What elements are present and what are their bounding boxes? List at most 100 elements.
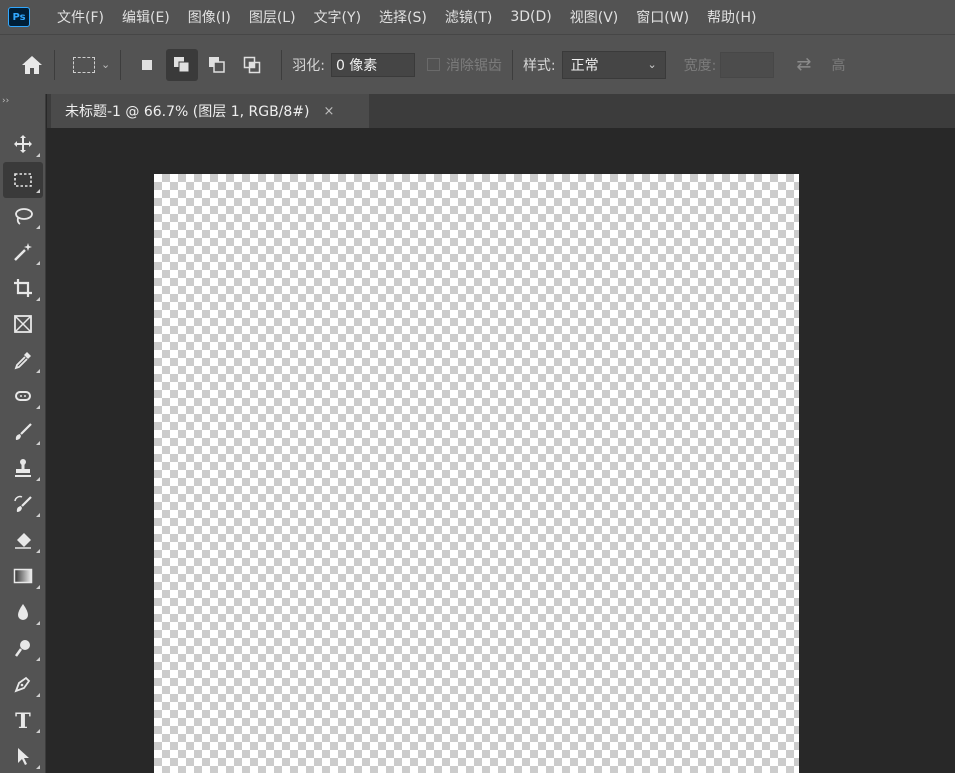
menu-layer[interactable]: 图层(L) <box>240 7 305 27</box>
style-label: 样式: <box>522 57 556 74</box>
marquee-tool[interactable] <box>3 162 43 198</box>
tool-group-indicator <box>36 225 40 229</box>
brush-tool-icon <box>15 423 32 440</box>
frame-tool-icon <box>14 315 32 333</box>
tool-group-indicator <box>36 621 40 625</box>
blur-tool[interactable] <box>3 594 43 630</box>
document-tab-title: 未标题-1 @ 66.7% (图层 1, RGB/8#) <box>65 104 310 120</box>
crop-tool-icon <box>14 279 32 297</box>
magic-wand-tool[interactable] <box>3 234 43 270</box>
lasso-tool[interactable] <box>3 198 43 234</box>
type-tool-icon: T <box>15 707 31 733</box>
separator <box>281 49 283 80</box>
intersect-selection-button[interactable] <box>236 49 268 81</box>
tools-panel: ›› T <box>0 94 46 773</box>
intersect-selection-icon <box>243 56 261 73</box>
tool-group-indicator <box>36 477 40 481</box>
blur-tool-icon <box>18 604 28 620</box>
tool-group-indicator <box>36 657 40 661</box>
dodge-tool-icon <box>14 640 30 657</box>
chevron-down-icon: ⌄ <box>647 58 657 71</box>
separator <box>511 49 513 80</box>
healing-brush-tool-icon <box>15 391 31 401</box>
document-workspace <box>47 128 955 773</box>
options-bar: ⌄ 羽化: 0 像素 消除锯齿 样式: 正常 ⌄ 宽度: ⇄ 高 <box>0 34 955 94</box>
tool-group-indicator <box>36 693 40 697</box>
tool-group-indicator <box>36 765 40 769</box>
magic-wand-tool-icon <box>14 243 32 261</box>
antialias-checkbox[interactable] <box>426 58 440 71</box>
menu-view[interactable]: 视图(V) <box>561 7 628 27</box>
photoshop-logo: Ps <box>8 7 30 27</box>
tool-group-indicator <box>36 729 40 733</box>
clone-stamp-tool[interactable] <box>3 450 43 486</box>
close-icon[interactable]: × <box>324 104 335 119</box>
eraser-tool-icon <box>15 533 31 549</box>
type-tool[interactable]: T <box>3 702 43 738</box>
menu-bar: Ps 文件(F) 编辑(E) 图像(I) 图层(L) 文字(Y) 选择(S) 滤… <box>0 0 955 34</box>
healing-brush-tool[interactable] <box>3 378 43 414</box>
menu-filter[interactable]: 滤镜(T) <box>436 7 501 27</box>
subtract-from-selection-button[interactable] <box>201 49 233 81</box>
move-tool-icon <box>14 135 32 153</box>
subtract-selection-icon <box>209 56 225 73</box>
move-tool[interactable] <box>3 126 43 162</box>
separator <box>120 49 122 80</box>
feather-input[interactable]: 0 像素 <box>330 52 415 77</box>
menu-edit[interactable]: 编辑(E) <box>113 7 179 27</box>
tool-group-indicator <box>36 153 40 157</box>
style-select-value: 正常 <box>570 57 599 74</box>
document-tab-bar: 未标题-1 @ 66.7% (图层 1, RGB/8#) × <box>47 94 955 128</box>
gradient-tool[interactable] <box>3 558 43 594</box>
document-tab[interactable]: 未标题-1 @ 66.7% (图层 1, RGB/8#) × <box>51 94 369 128</box>
history-brush-tool[interactable] <box>3 486 43 522</box>
tool-group-indicator <box>36 585 40 589</box>
menu-type[interactable]: 文字(Y) <box>305 7 370 27</box>
panel-collapse-icon[interactable]: ›› <box>2 96 45 126</box>
marquee-tool-icon <box>14 173 32 187</box>
tool-group-indicator <box>36 441 40 445</box>
home-icon[interactable] <box>20 53 44 77</box>
tool-group-indicator <box>36 189 40 193</box>
width-input[interactable] <box>720 51 775 78</box>
eyedropper-tool-icon <box>14 352 31 370</box>
chevron-down-icon: ⌄ <box>101 58 111 71</box>
menu-3d[interactable]: 3D(D) <box>501 9 560 25</box>
tool-group-indicator <box>36 261 40 265</box>
menu-help[interactable]: 帮助(H) <box>698 7 765 27</box>
gradient-tool-icon <box>13 568 33 584</box>
add-selection-icon <box>174 56 190 72</box>
tool-group-indicator <box>36 549 40 553</box>
add-to-selection-button[interactable] <box>166 48 199 81</box>
pen-tool[interactable] <box>3 666 43 702</box>
crop-tool[interactable] <box>3 270 43 306</box>
menu-select[interactable]: 选择(S) <box>370 7 436 27</box>
path-selection-tool[interactable] <box>3 738 43 773</box>
style-select[interactable]: 正常 ⌄ <box>561 50 666 79</box>
height-label: 高 <box>831 57 846 74</box>
feather-label: 羽化: <box>292 57 325 74</box>
dodge-tool[interactable] <box>3 630 43 666</box>
clone-stamp-tool-icon <box>15 459 31 477</box>
tool-preset-picker[interactable]: ⌄ <box>73 56 111 73</box>
menu-window[interactable]: 窗口(W) <box>627 7 698 27</box>
menu-image[interactable]: 图像(I) <box>179 7 240 27</box>
tool-group-indicator <box>36 297 40 301</box>
new-selection-button[interactable] <box>131 49 163 81</box>
pen-tool-icon <box>14 676 31 693</box>
history-brush-tool-icon <box>14 495 32 512</box>
eraser-tool[interactable] <box>3 522 43 558</box>
eyedropper-tool[interactable] <box>3 342 43 378</box>
width-label: 宽度: <box>683 57 717 74</box>
swap-icon[interactable]: ⇄ <box>796 54 811 75</box>
tool-group-indicator <box>36 369 40 373</box>
tool-group-indicator <box>36 513 40 517</box>
separator <box>54 49 55 80</box>
brush-tool[interactable] <box>3 414 43 450</box>
lasso-tool-icon <box>15 208 33 225</box>
menu-file[interactable]: 文件(F) <box>48 7 113 27</box>
transparent-canvas[interactable] <box>154 174 799 773</box>
new-selection-icon <box>142 59 153 70</box>
tool-group-indicator <box>36 405 40 409</box>
frame-tool[interactable] <box>3 306 43 342</box>
